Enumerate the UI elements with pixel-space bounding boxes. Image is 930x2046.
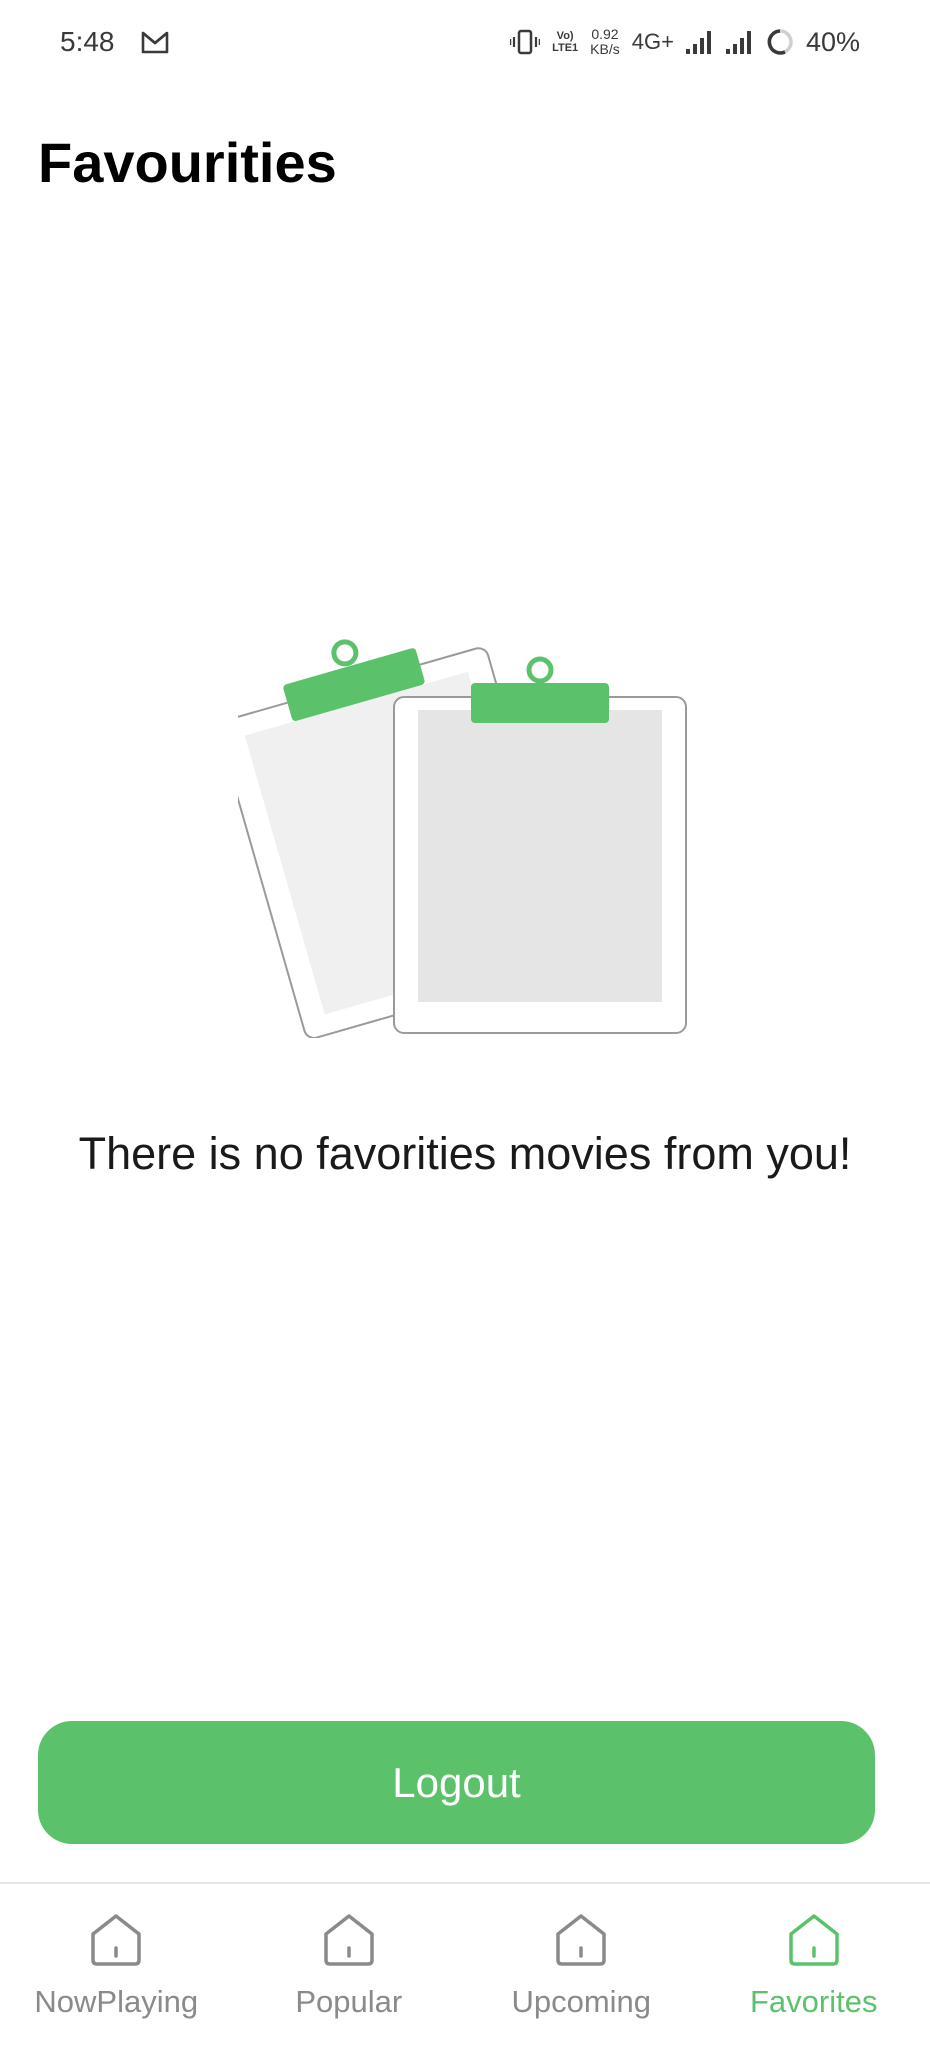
nav-item-favorites[interactable]: Favorites	[698, 1884, 930, 2046]
battery-icon	[767, 29, 793, 55]
battery-level: 40%	[805, 26, 860, 57]
network-speed: 0.92 KB/s	[590, 27, 620, 57]
gmail-icon	[141, 31, 169, 54]
speed-value: 0.92	[591, 26, 619, 42]
page-title: Favourities	[38, 131, 337, 194]
volte-bottom: LTE1	[552, 42, 579, 54]
nav-label: NowPlaying	[34, 1984, 199, 2019]
home-icon	[556, 1914, 606, 1966]
volte-indicator: Vo) LTE1	[552, 30, 578, 54]
clipboard-icon	[238, 639, 687, 1038]
home-icon	[324, 1914, 374, 1966]
nav-item-upcoming[interactable]: Upcoming	[465, 1884, 698, 2046]
nav-label: Upcoming	[511, 1984, 652, 2019]
status-icons: Vo) LTE1 0.92 KB/s 4G+ 40%	[510, 22, 860, 62]
favourites-screen: 5:48 Vo) LTE1 0.92 KB/s 4G+ 40% Favourit…	[0, 0, 930, 2046]
signal-icon-2	[725, 31, 751, 54]
vibrate-icon	[510, 29, 541, 55]
logout-button[interactable]: Logout	[38, 1721, 875, 1844]
status-time: 5:48	[60, 26, 115, 57]
nav-label: Favorites	[750, 1984, 878, 2019]
nav-item-nowplaying[interactable]: NowPlaying	[0, 1884, 233, 2046]
empty-state-message: There is no favorities movies from you!	[78, 1128, 852, 1179]
home-icon	[91, 1914, 141, 1966]
network-type: 4G+	[631, 29, 674, 54]
nav-item-popular[interactable]: Popular	[233, 1884, 466, 2046]
status-bar: 5:48 Vo) LTE1 0.92 KB/s 4G+ 40%	[0, 0, 930, 86]
home-icon	[789, 1914, 839, 1966]
signal-icon	[685, 31, 711, 54]
bottom-nav: NowPlaying Popular Upcoming Favorites	[0, 1882, 930, 2046]
speed-unit: KB/s	[590, 41, 620, 57]
volte-top: Vo)	[556, 30, 574, 42]
nav-label: Popular	[295, 1984, 403, 2019]
